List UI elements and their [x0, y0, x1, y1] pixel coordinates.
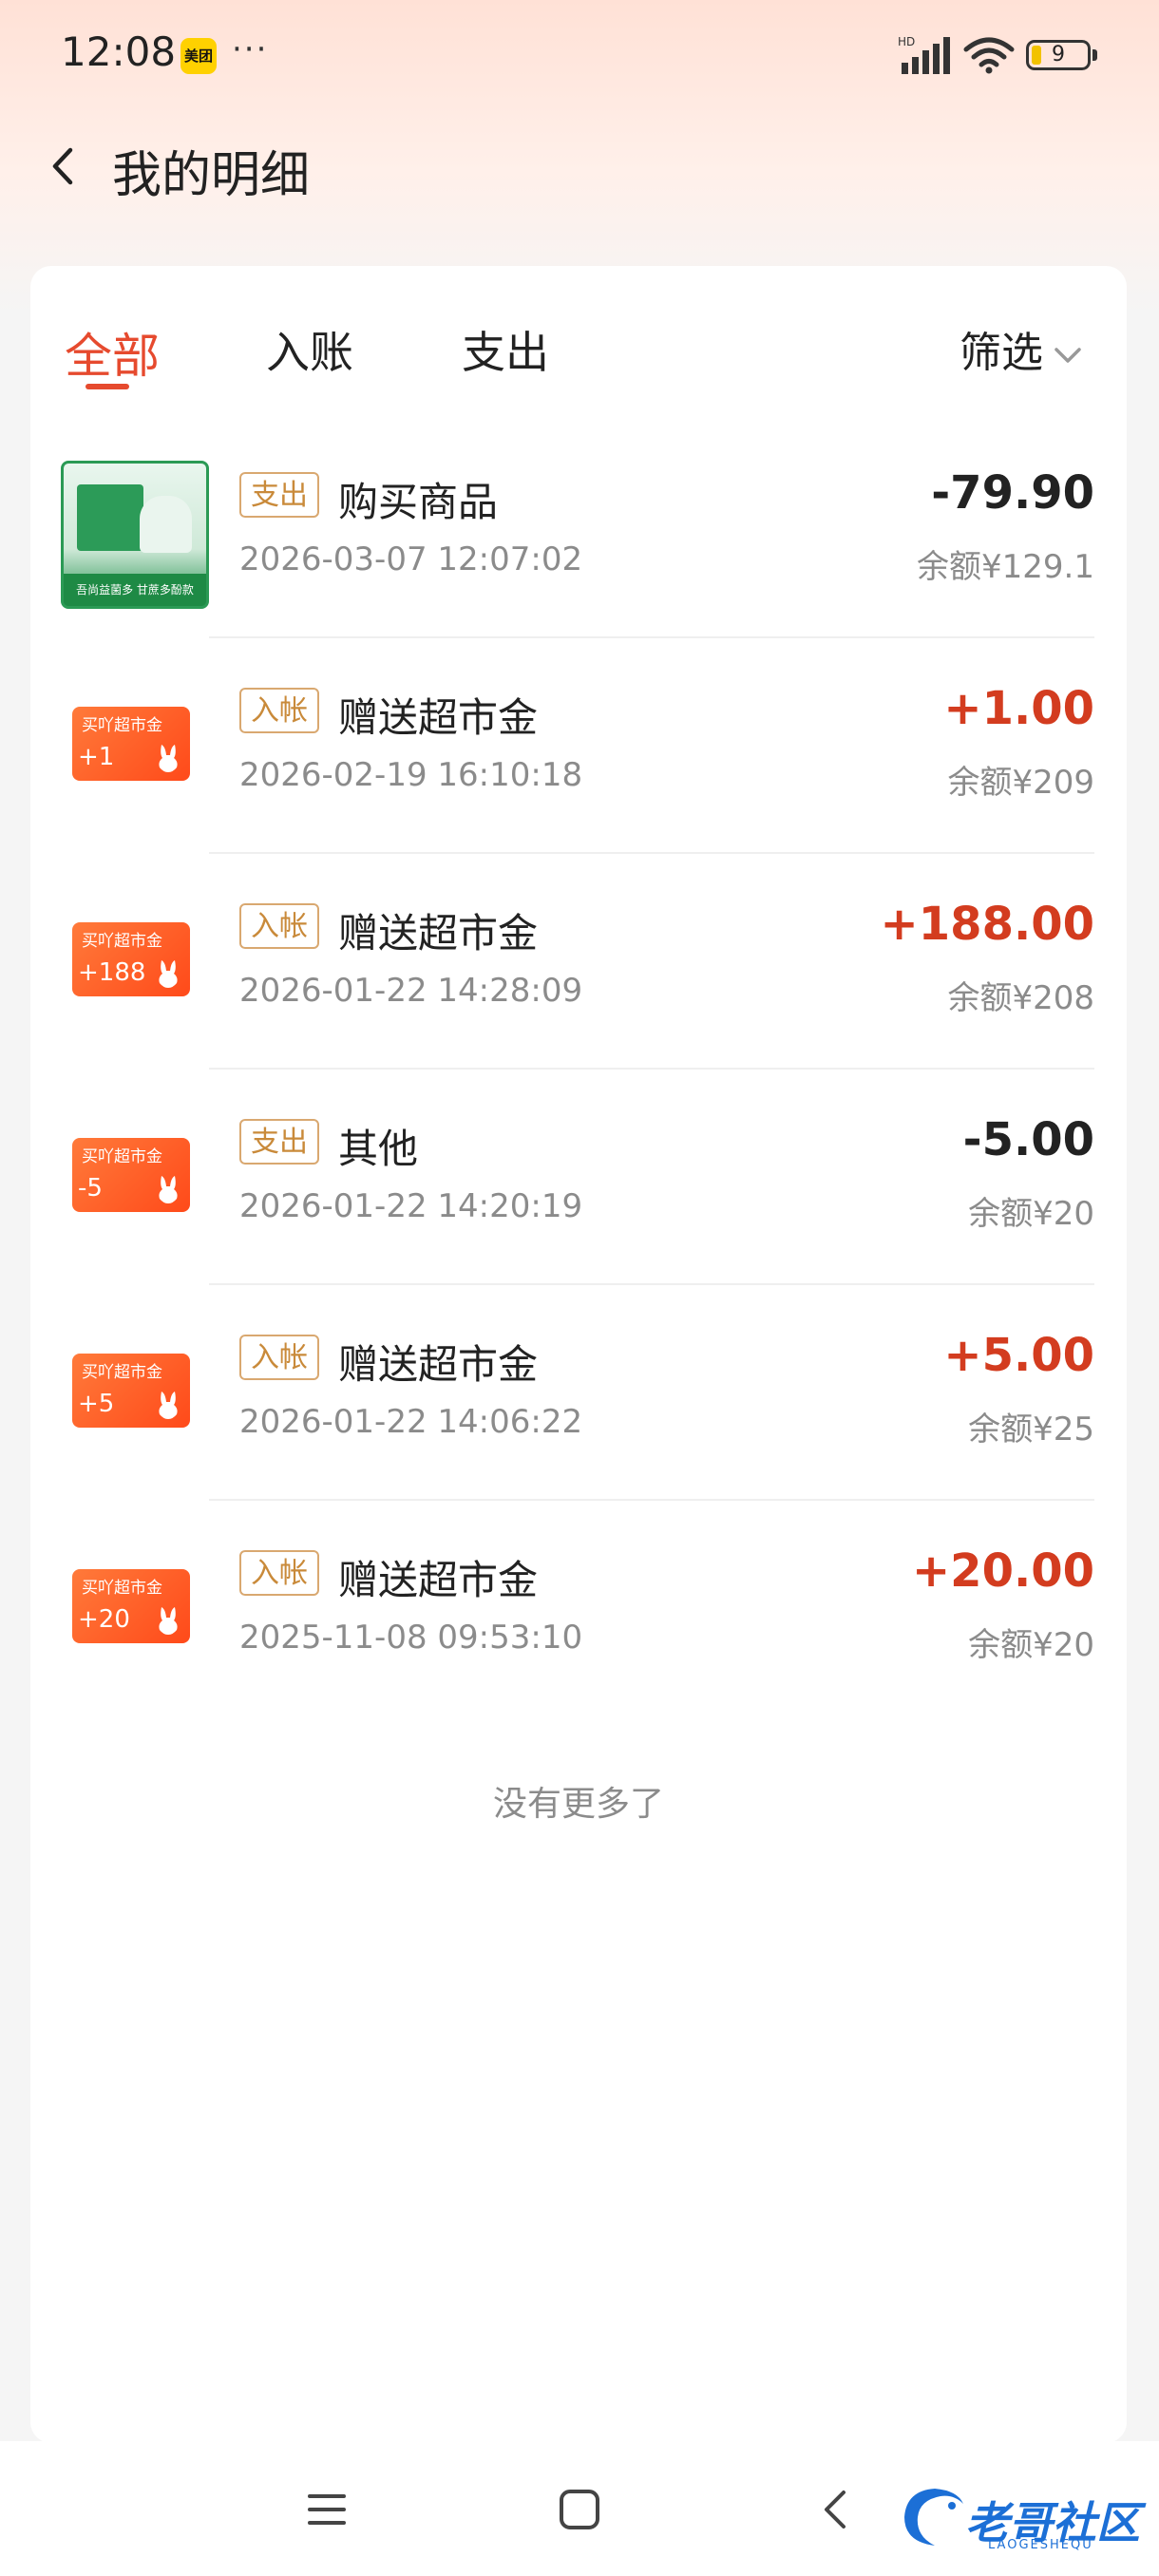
page-header: 我的明细: [0, 123, 1159, 209]
record-balance: 余额¥208: [947, 979, 1094, 1017]
status-time: 12:08: [61, 28, 177, 75]
record-tag: 入帐: [239, 688, 319, 733]
meituan-notification-icon: 美团: [180, 38, 217, 74]
coupon-thumbnail: 买吖超市金 +5: [61, 1323, 209, 1471]
record-amount: +1.00: [943, 682, 1094, 735]
record-time: 2026-01-22 14:06:22: [239, 1403, 583, 1441]
record-time: 2025-11-08 09:53:10: [239, 1619, 583, 1657]
chevron-down-icon: [1054, 348, 1081, 363]
coupon-thumbnail: 买吖超市金 +188: [61, 892, 209, 1040]
list-item[interactable]: 买吖超市金 +5 入帐 赠送超市金 2026-01-22 14:06:22 +5…: [30, 1285, 1127, 1501]
product-image: 吾尚益菌多 甘蔗多酚款: [61, 461, 209, 609]
record-balance: 余额¥25: [968, 1411, 1094, 1449]
coupon-badge: 买吖超市金 +1: [72, 707, 190, 781]
battery-level: 9: [1052, 43, 1065, 66]
coupon-value: +5: [78, 1390, 115, 1418]
coupon-label: 买吖超市金: [82, 1363, 162, 1382]
record-name: 赠送超市金: [338, 1557, 539, 1603]
records-card: 全部 入账 支出 筛选 吾尚益菌多 甘蔗多酚款 支出 购买商品 2026-03-…: [30, 266, 1127, 2443]
tab-expense[interactable]: 支出: [462, 318, 549, 381]
network-type-label: HD: [898, 35, 915, 48]
record-amount: +188.00: [880, 898, 1094, 951]
product-image-caption: 吾尚益菌多 甘蔗多酚款: [64, 574, 206, 606]
record-tag: 支出: [239, 472, 319, 518]
record-amount: -5.00: [962, 1113, 1094, 1166]
record-name: 购买商品: [338, 479, 499, 525]
coupon-thumbnail: 买吖超市金 +20: [61, 1539, 209, 1687]
record-amount: -79.90: [931, 466, 1094, 520]
page-title: 我的明细: [112, 147, 311, 204]
record-balance: 余额¥20: [968, 1626, 1094, 1664]
record-balance: 余额¥20: [968, 1195, 1094, 1233]
list-item[interactable]: 买吖超市金 +1 入帐 赠送超市金 2026-02-19 16:10:18 +1…: [30, 638, 1127, 854]
coupon-badge: 买吖超市金 -5: [72, 1138, 190, 1212]
record-name: 其他: [338, 1126, 419, 1172]
rabbit-icon: [159, 745, 178, 772]
coupon-label: 买吖超市金: [82, 716, 162, 735]
record-time: 2026-01-22 14:28:09: [239, 972, 583, 1010]
list-item[interactable]: 吾尚益菌多 甘蔗多酚款 支出 购买商品 2026-03-07 12:07:02 …: [30, 423, 1127, 638]
more-notifications-icon: ···: [232, 30, 269, 68]
rabbit-icon: [159, 1607, 178, 1635]
filter-button[interactable]: 筛选: [960, 318, 1083, 379]
coupon-thumbnail: 买吖超市金 -5: [61, 1108, 209, 1256]
end-of-list-text: 没有更多了: [492, 1785, 664, 1824]
product-thumbnail: 吾尚益菌多 甘蔗多酚款: [61, 461, 209, 609]
record-time: 2026-01-22 14:20:19: [239, 1187, 583, 1225]
back-icon[interactable]: [815, 2489, 857, 2530]
record-amount: +5.00: [943, 1329, 1094, 1382]
record-name: 赠送超市金: [338, 910, 539, 957]
coupon-label: 买吖超市金: [82, 932, 162, 951]
back-arrow-icon[interactable]: [42, 142, 89, 190]
tab-bar: 全部 入账 支出 筛选: [30, 266, 1127, 408]
rabbit-icon: [159, 1392, 178, 1419]
record-balance: 余额¥209: [947, 764, 1094, 802]
dragon-logo-icon: [904, 2489, 963, 2546]
coupon-label: 买吖超市金: [82, 1579, 162, 1598]
coupon-value: +20: [78, 1605, 130, 1634]
rabbit-icon: [159, 960, 178, 988]
record-tag: 入帐: [239, 1335, 319, 1380]
coupon-value: -5: [78, 1174, 103, 1203]
record-time: 2026-03-07 12:07:02: [239, 540, 583, 578]
coupon-label: 买吖超市金: [82, 1147, 162, 1166]
menu-icon[interactable]: [306, 2489, 348, 2530]
wifi-icon: [963, 37, 1015, 74]
watermark-logo: 老哥社区 LAOGESHEQU: [897, 2479, 1153, 2555]
record-amount: +20.00: [911, 1544, 1094, 1598]
tab-income[interactable]: 入账: [266, 318, 353, 381]
coupon-badge: 买吖超市金 +188: [72, 922, 190, 996]
coupon-badge: 买吖超市金 +5: [72, 1354, 190, 1428]
cellular-signal-icon: HD: [898, 35, 950, 74]
status-bar: 12:08 美团 ··· HD 9: [0, 0, 1159, 114]
watermark-subtext: LAOGESHEQU: [988, 2538, 1093, 2552]
record-tag: 入帐: [239, 1550, 319, 1596]
tab-all[interactable]: 全部: [65, 318, 160, 387]
home-icon[interactable]: [559, 2489, 600, 2530]
list-item[interactable]: 买吖超市金 -5 支出 其他 2026-01-22 14:20:19 -5.00…: [30, 1070, 1127, 1285]
record-name: 赠送超市金: [338, 694, 539, 741]
coupon-thumbnail: 买吖超市金 +1: [61, 676, 209, 824]
list-item[interactable]: 买吖超市金 +188 入帐 赠送超市金 2026-01-22 14:28:09 …: [30, 854, 1127, 1070]
list-item[interactable]: 买吖超市金 +20 入帐 赠送超市金 2025-11-08 09:53:10 +…: [30, 1501, 1127, 1716]
coupon-badge: 买吖超市金 +20: [72, 1569, 190, 1643]
rabbit-icon: [159, 1176, 178, 1203]
filter-label: 筛选: [960, 329, 1043, 377]
active-tab-indicator: [86, 384, 129, 389]
record-tag: 支出: [239, 1119, 319, 1165]
record-balance: 余额¥129.1: [917, 548, 1094, 586]
coupon-value: +1: [78, 743, 115, 771]
record-name: 赠送超市金: [338, 1341, 539, 1388]
battery-icon: 9: [1026, 40, 1097, 70]
record-time: 2026-02-19 16:10:18: [239, 756, 583, 794]
coupon-value: +188: [78, 958, 146, 987]
record-tag: 入帐: [239, 903, 319, 949]
